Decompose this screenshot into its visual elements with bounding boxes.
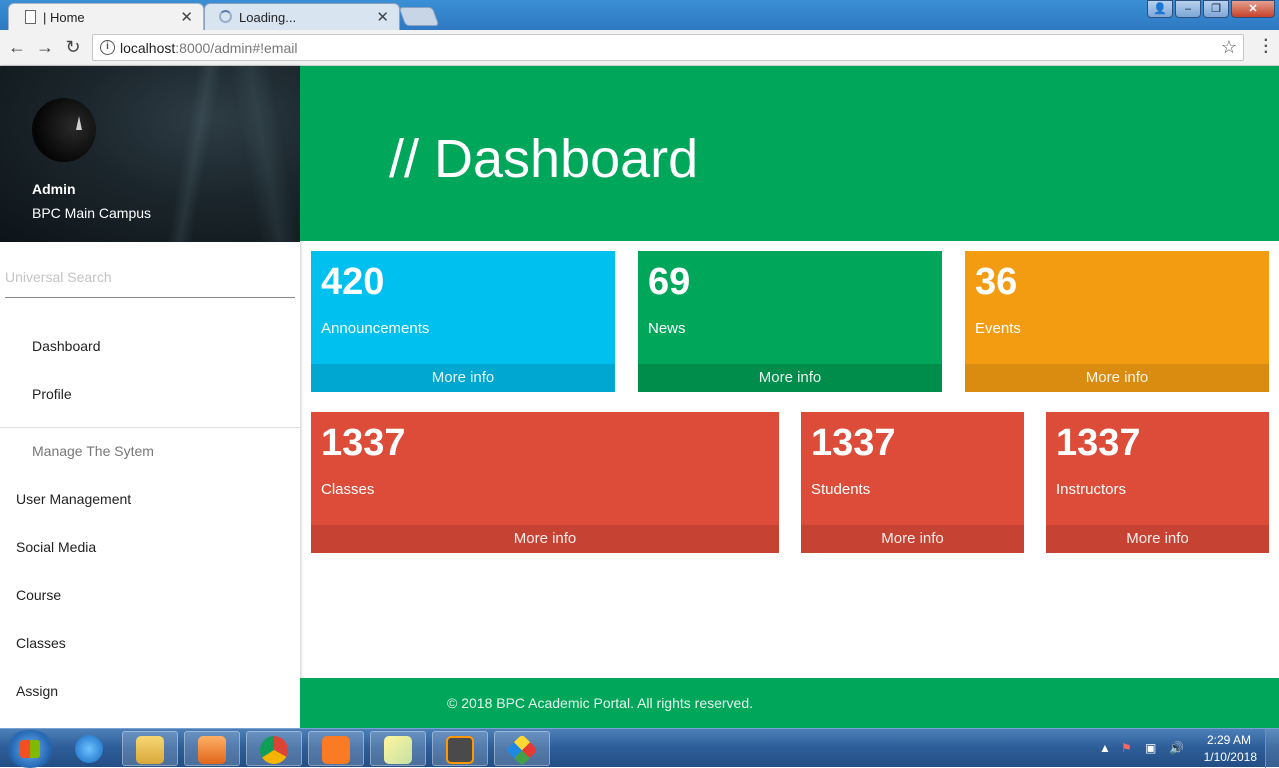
url-text[interactable]: localhost:8000/admin#!email (120, 40, 297, 56)
stat-box-classes: 1337 Classes More info (311, 412, 779, 553)
user-icon[interactable]: 👤 (1147, 0, 1173, 18)
tab-home[interactable]: | Home ✕ (8, 3, 204, 30)
page-footer: © 2018 BPC Academic Portal. All rights r… (300, 678, 1279, 728)
stat-label: Announcements (321, 320, 430, 337)
close-tab-icon[interactable]: ✕ (376, 8, 389, 26)
close-window-icon[interactable]: ✕ (1231, 0, 1275, 18)
more-info-link[interactable]: More info (801, 525, 1024, 553)
window-controls: 👤 – ❐ ✕ (1147, 0, 1275, 18)
start-button[interactable] (4, 730, 56, 768)
sublime-text-icon[interactable] (432, 731, 488, 766)
address-bar[interactable]: i localhost:8000/admin#!email ☆ (92, 34, 1244, 61)
copyright-text: © 2018 BPC Academic Portal. All rights r… (447, 695, 754, 711)
xampp-icon[interactable] (308, 731, 364, 766)
avatar[interactable] (32, 98, 96, 162)
stat-box-announcements: 420 Announcements More info (311, 251, 615, 392)
stat-box-events: 36 Events More info (965, 251, 1269, 392)
close-tab-icon[interactable]: ✕ (180, 8, 193, 26)
show-hidden-icons-icon[interactable]: ▲ (1099, 741, 1111, 755)
stat-label: Instructors (1056, 481, 1127, 498)
tab-title: Loading... (239, 10, 297, 25)
show-desktop-button[interactable] (1265, 729, 1279, 768)
more-info-link[interactable]: More info (965, 364, 1269, 392)
maximize-icon[interactable]: ❐ (1203, 0, 1229, 18)
sidebar-item-dashboard[interactable]: Dashboard (32, 338, 101, 354)
tab-loading[interactable]: Loading... ✕ (204, 3, 400, 30)
sidebar: Admin BPC Main Campus Dashboard Profile … (0, 66, 300, 728)
sidebar-item-user-management[interactable]: User Management (16, 491, 131, 507)
stat-value: 69 (648, 261, 691, 303)
internet-explorer-icon[interactable] (62, 731, 118, 766)
sidebar-item-social-media[interactable]: Social Media (16, 539, 96, 555)
more-vert-icon[interactable]: · · · (1264, 33, 1269, 61)
minimize-icon[interactable]: – (1175, 0, 1201, 18)
reload-icon[interactable]: ↻ (62, 37, 84, 58)
tab-title: | Home (43, 10, 85, 25)
windows-taskbar: ▲ ⚑ ▣ 🔊 2:29 AM 1/10/2018 (0, 728, 1279, 768)
stat-value: 36 (975, 261, 1018, 303)
chrome-icon[interactable] (246, 731, 302, 766)
action-center-icon[interactable]: ⚑ (1121, 741, 1132, 755)
stat-box-students: 1337 Students More info (801, 412, 1024, 553)
page-title: // Dashboard (389, 129, 699, 189)
sidebar-item-classes[interactable]: Classes (16, 635, 66, 651)
page-header: // Dashboard (300, 66, 1279, 241)
system-tray: ▲ ⚑ ▣ 🔊 2:29 AM 1/10/2018 (1099, 729, 1279, 768)
page-icon (25, 10, 36, 24)
stat-value: 1337 (321, 422, 406, 464)
profile-card: Admin BPC Main Campus (0, 66, 300, 242)
stat-value: 1337 (811, 422, 896, 464)
stat-value: 1337 (1056, 422, 1141, 464)
stat-label: Students (811, 481, 871, 498)
stat-label: Classes (321, 481, 375, 498)
back-icon[interactable]: ← (6, 37, 28, 58)
sticky-notes-icon[interactable] (370, 731, 426, 766)
profile-name: Admin (32, 181, 76, 197)
more-info-link[interactable]: More info (638, 364, 942, 392)
media-player-icon[interactable] (184, 731, 240, 766)
new-tab-button[interactable] (398, 7, 440, 26)
volume-icon[interactable]: 🔊 (1169, 741, 1184, 755)
browser-tab-strip: | Home ✕ Loading... ✕ 👤 – ❐ ✕ (0, 0, 1279, 30)
sidebar-item-assign[interactable]: Assign (16, 683, 58, 699)
stat-box-instructors: 1337 Instructors More info (1046, 412, 1269, 553)
profile-campus: BPC Main Campus (32, 205, 152, 221)
more-info-link[interactable]: More info (311, 525, 779, 553)
stat-value: 420 (321, 261, 385, 303)
sidebar-section-label: Manage The Sytem (32, 443, 154, 459)
stat-label: News (648, 320, 686, 337)
loading-spinner-icon (219, 10, 232, 23)
sidebar-item-course[interactable]: Course (16, 587, 61, 603)
stat-label: Events (975, 320, 1021, 337)
windows-logo-icon (20, 740, 40, 758)
info-icon[interactable]: i (100, 40, 115, 55)
browser-toolbar: ← → ↻ i localhost:8000/admin#!email ☆ · ·… (0, 30, 1279, 66)
network-icon[interactable]: ▣ (1145, 741, 1156, 755)
divider (0, 427, 300, 428)
more-info-link[interactable]: More info (1046, 525, 1269, 553)
stat-box-news: 69 News More info (638, 251, 942, 392)
file-explorer-icon[interactable] (122, 731, 178, 766)
clock-date[interactable]: 1/10/2018 (1204, 750, 1257, 764)
sidebar-item-profile[interactable]: Profile (32, 386, 72, 402)
universal-search-input[interactable] (5, 256, 295, 298)
bookmark-star-icon[interactable]: ☆ (1221, 37, 1237, 58)
forward-icon[interactable]: → (34, 37, 56, 58)
app-icon[interactable] (494, 731, 550, 766)
clock-time[interactable]: 2:29 AM (1207, 733, 1251, 747)
more-info-link[interactable]: More info (311, 364, 615, 392)
